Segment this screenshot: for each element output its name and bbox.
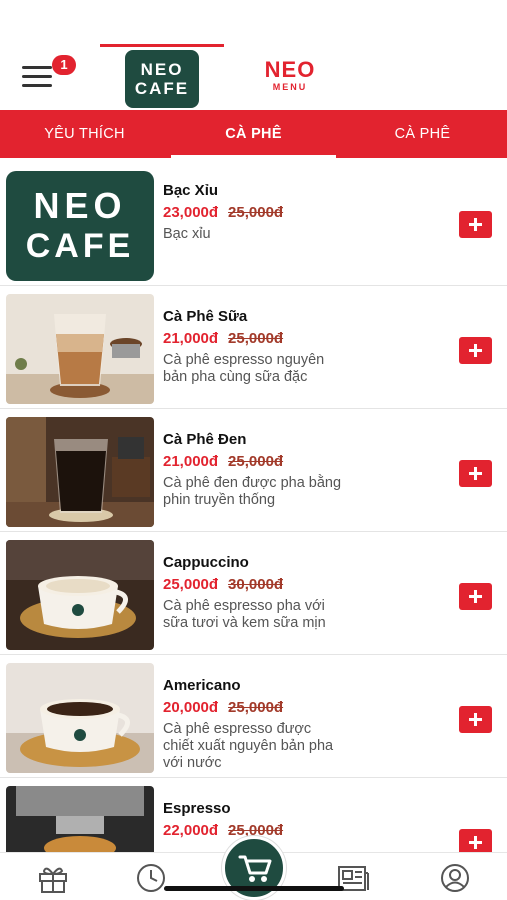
add-to-cart-button[interactable] xyxy=(459,460,492,487)
product-description: Bạc xỉu xyxy=(163,226,211,242)
add-to-cart-button[interactable] xyxy=(459,211,492,238)
notification-badge: 1 xyxy=(52,55,76,75)
product-image-espresso xyxy=(6,786,154,852)
product-price: 25,000đ xyxy=(163,576,219,593)
product-name: Cà Phê Sữa xyxy=(163,308,248,325)
product-prices: 22,000đ 25,000đ xyxy=(163,822,283,839)
logo-text-line1: NEO xyxy=(140,60,184,79)
product-description: Cà phê espresso pha với sữa tươi và kem … xyxy=(163,598,326,631)
product-old-price: 25,000đ xyxy=(228,204,284,221)
logo-text-line2: CAFE xyxy=(134,79,190,98)
app-header: 1 NEO CAFE NEO MENU xyxy=(0,0,507,110)
product-price: 20,000đ xyxy=(163,699,219,716)
product-old-price: 25,000đ xyxy=(228,330,284,347)
tab-coffee-2[interactable]: CÀ PHÊ xyxy=(338,110,507,158)
home-indicator xyxy=(164,886,344,891)
tab-favorites[interactable]: YÊU THÍCH xyxy=(0,110,169,158)
gift-icon[interactable] xyxy=(36,863,70,893)
product-item[interactable]: Cappuccino 25,000đ 30,000đ Cà phê espress… xyxy=(0,532,507,655)
neo-menu-logo-line2: MENU xyxy=(272,82,308,92)
product-prices: 23,000đ 25,000đ xyxy=(163,204,283,221)
product-name: Espresso xyxy=(163,800,231,817)
product-prices: 25,000đ 30,000đ xyxy=(163,576,283,593)
tab-coffee[interactable]: CÀ PHÊ xyxy=(169,110,338,158)
product-name: Americano xyxy=(163,677,241,694)
product-prices: 21,000đ 25,000đ xyxy=(163,330,283,347)
product-image-americano xyxy=(6,663,154,773)
neo-menu-logo[interactable]: NEO MENU xyxy=(258,58,322,98)
add-to-cart-button[interactable] xyxy=(459,706,492,733)
product-price: 21,000đ xyxy=(163,453,219,470)
product-logo-line2: CAFE xyxy=(25,227,135,265)
product-list[interactable]: NEO CAFE Bạc Xỉu 23,000đ 25,000đ Bạc xỉu … xyxy=(0,160,507,852)
hamburger-menu-icon[interactable] xyxy=(22,62,56,92)
add-to-cart-button[interactable] xyxy=(459,583,492,610)
product-price: 21,000đ xyxy=(163,330,219,347)
product-name: Cappuccino xyxy=(163,554,249,571)
product-old-price: 25,000đ xyxy=(228,699,284,716)
logo-active-indicator xyxy=(100,44,224,47)
product-item[interactable]: NEO CAFE Bạc Xỉu 23,000đ 25,000đ Bạc xỉu xyxy=(0,160,507,286)
product-item[interactable]: Americano 20,000đ 25,000đ Cà phê espresso… xyxy=(0,655,507,778)
product-old-price: 25,000đ xyxy=(228,453,284,470)
product-image-iced-milk-coffee xyxy=(6,294,154,404)
product-description: Cà phê espresso nguyên bản pha cùng sữa … xyxy=(163,352,325,385)
product-item[interactable]: Cà Phê Sữa 21,000đ 25,000đ Cà phê espress… xyxy=(0,286,507,409)
product-old-price: 30,000đ xyxy=(228,576,284,593)
clock-icon[interactable] xyxy=(134,863,168,893)
product-price: 22,000đ xyxy=(163,822,219,839)
product-description: Cà phê espresso được chiết xuất nguyên b… xyxy=(163,721,334,771)
product-image-logo: NEO CAFE xyxy=(6,171,154,281)
user-icon[interactable] xyxy=(438,863,472,893)
neo-menu-logo-line1: NEO xyxy=(264,57,316,82)
product-item[interactable]: Cà Phê Đen 21,000đ 25,000đ Cà phê đen đượ… xyxy=(0,409,507,532)
product-price: 23,000đ xyxy=(163,204,219,221)
neo-cafe-logo[interactable]: NEO CAFE xyxy=(125,50,199,108)
product-image-cappuccino xyxy=(6,540,154,650)
product-logo-line1: NEO xyxy=(33,185,127,226)
category-tabs: YÊU THÍCH CÀ PHÊ CÀ PHÊ xyxy=(0,110,507,158)
product-name: Cà Phê Đen xyxy=(163,431,247,448)
product-prices: 21,000đ 25,000đ xyxy=(163,453,283,470)
add-to-cart-button[interactable] xyxy=(459,829,492,852)
product-name: Bạc Xỉu xyxy=(163,182,219,199)
add-to-cart-button[interactable] xyxy=(459,337,492,364)
product-description: Cà phê đen được pha bằng phin truyền thố… xyxy=(163,475,342,508)
product-prices: 20,000đ 25,000đ xyxy=(163,699,283,716)
product-image-iced-black-coffee xyxy=(6,417,154,527)
